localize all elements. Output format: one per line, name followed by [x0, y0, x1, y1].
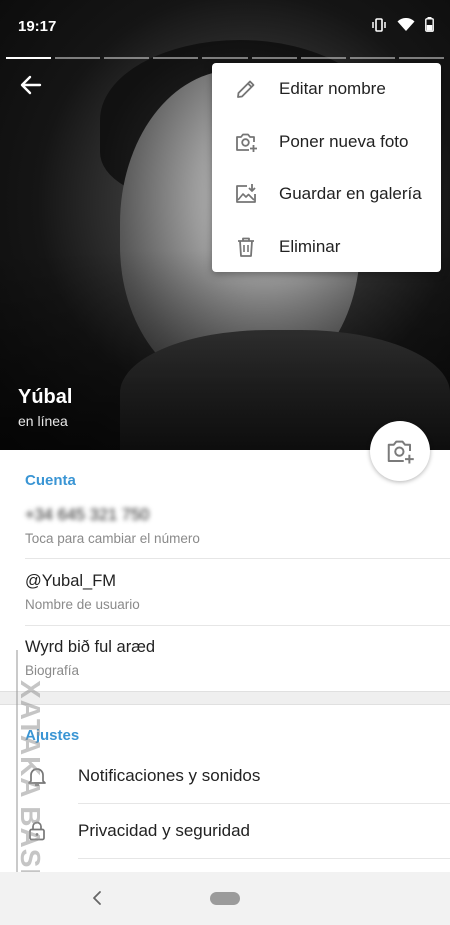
menu-item-label: Eliminar [279, 236, 341, 256]
phone-number: +34 645 321 750 [25, 506, 150, 524]
divider [25, 625, 450, 626]
nav-back-icon[interactable] [88, 888, 108, 908]
settings-item-label: Notificaciones y sonidos [78, 766, 261, 785]
vibrate-icon [372, 17, 386, 32]
section-title-account: Cuenta [25, 472, 76, 489]
menu-item-save-gallery[interactable]: Guardar en galería [212, 168, 441, 221]
camera-add-icon [387, 440, 414, 464]
photo-indicator-segment [349, 57, 395, 59]
bio-value: Wyrd bið ful aræd [25, 638, 156, 656]
section-separator [0, 691, 450, 705]
menu-item-label: Guardar en galería [279, 184, 422, 204]
photo-indicator-segment [251, 57, 297, 59]
save-image-icon [236, 184, 256, 204]
wifi-icon [397, 17, 415, 31]
photo-indicator-segment [398, 57, 444, 59]
back-button[interactable] [14, 70, 48, 100]
status-time: 19:17 [18, 18, 57, 35]
photo-indicator-segment [202, 57, 248, 59]
bio-row[interactable]: Wyrd bið ful aræd Biografía [25, 638, 425, 678]
username-row[interactable]: @Yubal_FM Nombre de usuario [25, 572, 425, 612]
settings-item-privacy[interactable]: Privacidad y seguridad [0, 804, 450, 858]
profile-status: en línea [18, 413, 68, 429]
photo-indicator-segment [6, 57, 52, 59]
lock-icon [29, 821, 45, 841]
username-value: @Yubal_FM [25, 572, 117, 590]
phone-hint: Toca para cambiar el número [25, 531, 200, 546]
section-title-settings: Ajustes [25, 727, 80, 744]
menu-item-edit-name[interactable]: Editar nombre [212, 63, 441, 116]
photo-indicator-segment [153, 57, 199, 59]
username-hint: Nombre de usuario [25, 597, 140, 612]
nav-home-pill[interactable] [210, 892, 240, 905]
photo-indicator-segment [104, 57, 150, 59]
camera-add-icon [236, 133, 257, 152]
menu-item-delete[interactable]: Eliminar [212, 221, 441, 274]
menu-item-label: Editar nombre [279, 79, 386, 99]
menu-item-new-photo[interactable]: Poner nueva foto [212, 116, 441, 169]
system-navigation-bar [0, 872, 450, 925]
bell-icon [28, 768, 46, 786]
photo-indicator-segment [300, 57, 346, 59]
set-photo-button[interactable] [370, 421, 430, 481]
photo-indicator [6, 57, 444, 59]
profile-name: Yúbal [18, 386, 73, 408]
trash-icon [238, 237, 254, 257]
photo-options-menu: Editar nombre Poner nueva foto Guardar e… [212, 63, 441, 272]
settings-item-notifications[interactable]: Notificaciones y sonidos [0, 749, 450, 803]
status-bar: 19:17 [0, 0, 450, 52]
pencil-icon [237, 80, 255, 99]
photo-indicator-segment [55, 57, 101, 59]
settings-item-label: Privacidad y seguridad [78, 821, 250, 840]
arrow-left-icon [20, 75, 42, 95]
battery-icon [425, 17, 434, 32]
bio-hint: Biografía [25, 663, 80, 678]
menu-item-label: Poner nueva foto [279, 131, 409, 151]
divider [25, 558, 450, 559]
divider [78, 858, 450, 859]
phone-row[interactable]: +34 645 321 750 Toca para cambiar el núm… [25, 506, 425, 546]
status-icons [371, 17, 434, 32]
